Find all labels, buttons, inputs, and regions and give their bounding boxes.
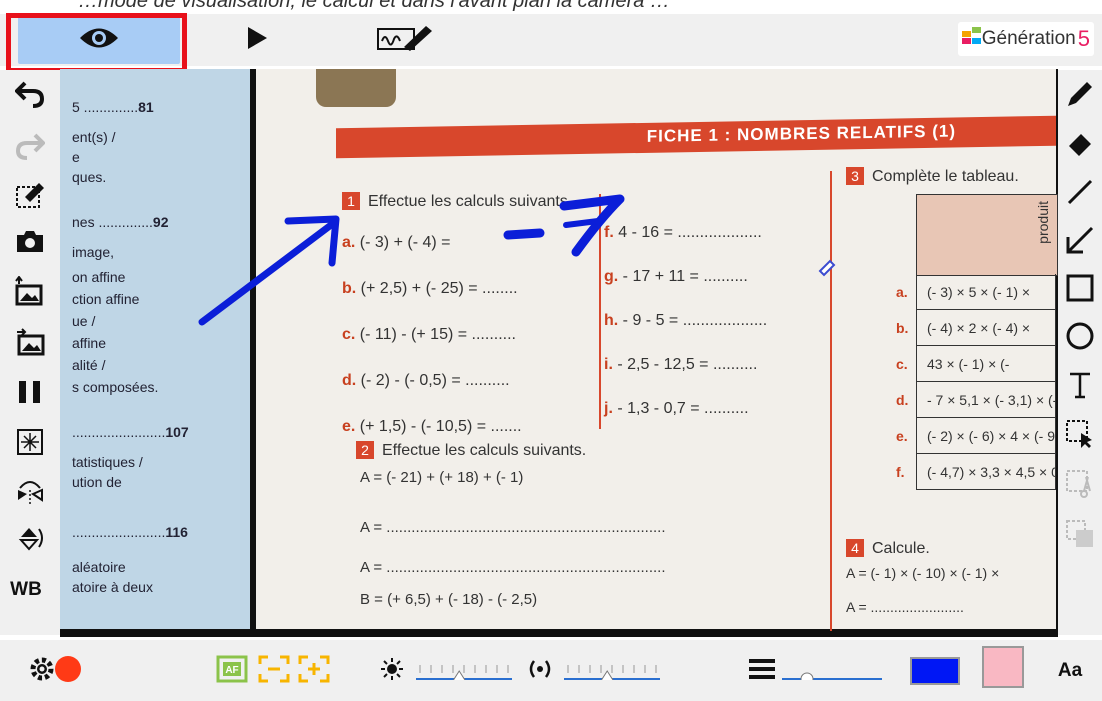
pen-cursor-icon bbox=[818, 259, 836, 277]
redo-button[interactable] bbox=[10, 128, 50, 168]
flip-horizontal-button[interactable] bbox=[10, 472, 50, 512]
logo-mark-icon bbox=[961, 27, 982, 51]
flip-horizontal-icon bbox=[15, 476, 45, 509]
camera-view[interactable]: 5 ..............81 ent(s) / e ques. nes ....… bbox=[60, 69, 1058, 637]
undo-button[interactable] bbox=[10, 76, 50, 116]
bottom-toolbar: AF Aa bbox=[0, 640, 1102, 701]
brightness-icon bbox=[379, 656, 405, 687]
left-toolbar: WB bbox=[0, 70, 60, 635]
contrast-icon bbox=[526, 656, 554, 687]
export-image-icon bbox=[15, 326, 45, 361]
eraser-tool[interactable] bbox=[1060, 125, 1100, 165]
slider-knob bbox=[800, 672, 814, 680]
copy-tool[interactable] bbox=[1060, 516, 1100, 556]
play-icon bbox=[246, 26, 268, 55]
blue-arrow-shaft bbox=[198, 218, 339, 326]
undo-icon bbox=[14, 79, 45, 114]
circle-tool[interactable] bbox=[1060, 318, 1100, 358]
brightness-slider[interactable] bbox=[414, 662, 514, 680]
generation5-logo: Génération 5 bbox=[957, 22, 1094, 56]
af-label: AF bbox=[225, 665, 238, 676]
annotate-button[interactable] bbox=[372, 16, 438, 64]
record-dot bbox=[55, 655, 81, 682]
select-icon bbox=[1065, 419, 1095, 454]
pen-color-swatch[interactable] bbox=[910, 657, 960, 685]
contrast-slider[interactable] bbox=[562, 662, 662, 680]
signature-pen-icon bbox=[374, 23, 436, 58]
record-button[interactable] bbox=[48, 651, 88, 691]
redo-icon bbox=[15, 131, 46, 166]
logo-text: Génération bbox=[981, 28, 1076, 49]
text-icon bbox=[1065, 370, 1095, 405]
contrast-icon-wrap bbox=[520, 651, 560, 691]
arrow-tool[interactable] bbox=[1060, 222, 1100, 262]
camera-button[interactable] bbox=[10, 223, 50, 263]
cut-icon bbox=[1065, 469, 1095, 504]
pause-icon bbox=[17, 379, 43, 410]
logo-number: 5 bbox=[1077, 26, 1090, 51]
freeze-frame-icon bbox=[16, 428, 44, 461]
right-toolbar bbox=[1058, 70, 1102, 635]
arrow-icon bbox=[1065, 225, 1095, 260]
flip-vertical-icon bbox=[15, 523, 45, 558]
text-tool[interactable] bbox=[1060, 367, 1100, 407]
cut-tool[interactable] bbox=[1060, 466, 1100, 506]
brightness-icon-wrap bbox=[372, 651, 412, 691]
zoom-out-icon bbox=[258, 655, 290, 688]
line-icon bbox=[1065, 177, 1095, 212]
play-button[interactable] bbox=[232, 16, 282, 64]
zoom-in-button[interactable] bbox=[294, 651, 334, 691]
pencil-tool[interactable] bbox=[1060, 76, 1100, 116]
copy-icon bbox=[1065, 519, 1095, 554]
zoom-in-icon bbox=[298, 655, 330, 688]
freeze-frame-button[interactable] bbox=[10, 424, 50, 464]
handwritten-minus bbox=[503, 228, 545, 240]
clear-annotations-button[interactable] bbox=[10, 176, 50, 216]
flip-vertical-button[interactable] bbox=[10, 520, 50, 560]
whiteboard-button[interactable]: WB bbox=[6, 570, 46, 610]
clear-annotations-icon bbox=[15, 179, 45, 214]
rectangle-icon bbox=[1065, 273, 1095, 308]
autofocus-icon: AF bbox=[216, 655, 248, 688]
rectangle-tool[interactable] bbox=[1060, 270, 1100, 310]
zoom-out-button[interactable] bbox=[254, 651, 294, 691]
caption-text: …mode de visualisation, le calcul et dan… bbox=[78, 0, 670, 12]
pause-button[interactable] bbox=[10, 374, 50, 414]
highlight-outline bbox=[6, 13, 187, 73]
line-width-icon bbox=[747, 656, 777, 687]
text-size-button[interactable]: Aa bbox=[1050, 651, 1090, 691]
circle-icon bbox=[1065, 321, 1095, 356]
line-width-icon-wrap bbox=[742, 651, 782, 691]
export-image-button[interactable] bbox=[10, 323, 50, 363]
select-tool[interactable] bbox=[1060, 416, 1100, 456]
eraser-icon bbox=[1065, 128, 1095, 163]
camera-icon bbox=[15, 228, 45, 259]
import-image-icon bbox=[15, 274, 45, 311]
line-tool[interactable] bbox=[1060, 174, 1100, 214]
handwritten-seven-bar bbox=[563, 218, 601, 228]
record-icon bbox=[53, 654, 83, 689]
line-width-slider[interactable] bbox=[780, 662, 884, 680]
highlight-color-swatch[interactable] bbox=[982, 646, 1024, 688]
pen-annotations bbox=[198, 194, 836, 326]
autofocus-button[interactable]: AF bbox=[212, 651, 252, 691]
import-image-button[interactable] bbox=[10, 273, 50, 313]
pencil-icon bbox=[1065, 79, 1095, 114]
